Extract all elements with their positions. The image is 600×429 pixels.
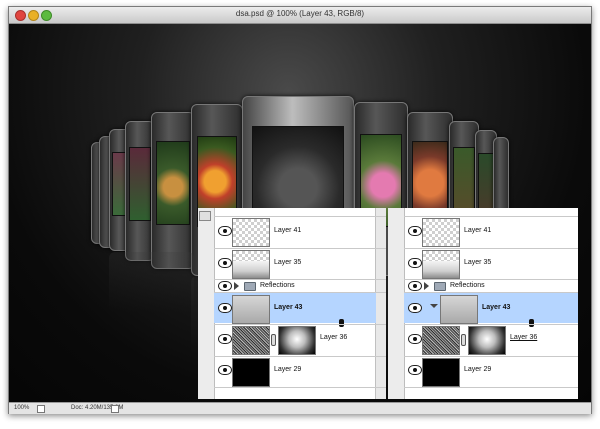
clipping-mask-arrow-icon (430, 304, 438, 308)
layer-thumbnail (232, 250, 270, 279)
layer-thumbnail (422, 250, 460, 279)
layer-thumbnail (232, 326, 270, 355)
row-divider (214, 248, 386, 249)
layer-name[interactable]: Layer 41 (274, 227, 301, 234)
panel-side-column (388, 208, 405, 399)
layer-name[interactable]: Layer 43 (274, 304, 302, 311)
mask-link-icon[interactable] (271, 334, 276, 346)
layer-name[interactable]: Layer 36 (320, 334, 347, 341)
disclosure-triangle-icon[interactable] (234, 282, 239, 290)
mask-link-icon[interactable] (461, 334, 466, 346)
layer-group-name[interactable]: Reflections (260, 282, 295, 289)
row-divider (214, 356, 386, 357)
row-divider (404, 248, 578, 249)
row-divider (404, 279, 578, 280)
alt-cursor-icon (529, 319, 534, 327)
panel-side-column (198, 208, 215, 399)
row-divider (404, 356, 578, 357)
reflection (109, 252, 194, 312)
row-divider (404, 387, 578, 388)
row-divider (214, 216, 386, 217)
layer-name[interactable]: Layer 43 (482, 304, 510, 311)
status-bar: 100% Doc: 4.20M/135.8M (9, 402, 591, 414)
layer-name[interactable]: Layer 35 (274, 259, 301, 266)
panel-menu-icon[interactable] (199, 211, 211, 221)
layer-thumbnail (440, 295, 478, 324)
layer-thumbnail (422, 358, 460, 387)
visibility-eye-icon[interactable] (408, 303, 422, 313)
layer-thumbnail (232, 218, 270, 247)
visibility-eye-icon[interactable] (218, 365, 232, 375)
visibility-eye-icon[interactable] (218, 334, 232, 344)
layer-mask-thumbnail (278, 326, 316, 355)
layer-name[interactable]: Layer 29 (464, 366, 491, 373)
visibility-eye-icon[interactable] (218, 226, 232, 236)
title-bar: dsa.psd @ 100% (Layer 43, RGB/8) (9, 7, 591, 24)
layer-group-name[interactable]: Reflections (450, 282, 485, 289)
status-menu-icon[interactable] (111, 405, 119, 413)
scrollbar[interactable] (375, 208, 386, 399)
layers-panel-after: Layer 41 Layer 35 Reflections Layer 43 L… (388, 208, 578, 399)
visibility-eye-icon[interactable] (408, 226, 422, 236)
zoom-level[interactable]: 100% (14, 405, 29, 411)
visibility-eye-icon[interactable] (408, 365, 422, 375)
visibility-eye-icon[interactable] (408, 334, 422, 344)
layer-thumbnail (422, 218, 460, 247)
layer-name[interactable]: Layer 29 (274, 366, 301, 373)
layer-thumbnail (232, 358, 270, 387)
folder-icon (434, 282, 446, 291)
visibility-eye-icon[interactable] (218, 303, 232, 313)
row-divider (404, 324, 578, 325)
visibility-eye-icon[interactable] (218, 281, 232, 291)
layer-thumbnail (422, 326, 460, 355)
layer-name[interactable]: Layer 41 (464, 227, 491, 234)
phone-image (151, 112, 195, 269)
row-divider (214, 279, 386, 280)
disclosure-triangle-icon[interactable] (424, 282, 429, 290)
visibility-eye-icon[interactable] (218, 258, 232, 268)
row-divider (214, 387, 386, 388)
alt-cursor-icon (339, 319, 344, 327)
layer-thumbnail (232, 295, 270, 324)
layers-panel-before: Layer 41 Layer 35 Reflections Layer 43 L… (198, 208, 386, 399)
row-divider (214, 324, 386, 325)
folder-icon (244, 282, 256, 291)
zoom-options-icon[interactable] (37, 405, 45, 413)
visibility-eye-icon[interactable] (408, 258, 422, 268)
visibility-eye-icon[interactable] (408, 281, 422, 291)
layer-name[interactable]: Layer 36 (510, 334, 537, 341)
window-title: dsa.psd @ 100% (Layer 43, RGB/8) (235, 9, 365, 18)
row-divider (404, 216, 578, 217)
layer-mask-thumbnail (468, 326, 506, 355)
layer-name[interactable]: Layer 35 (464, 259, 491, 266)
